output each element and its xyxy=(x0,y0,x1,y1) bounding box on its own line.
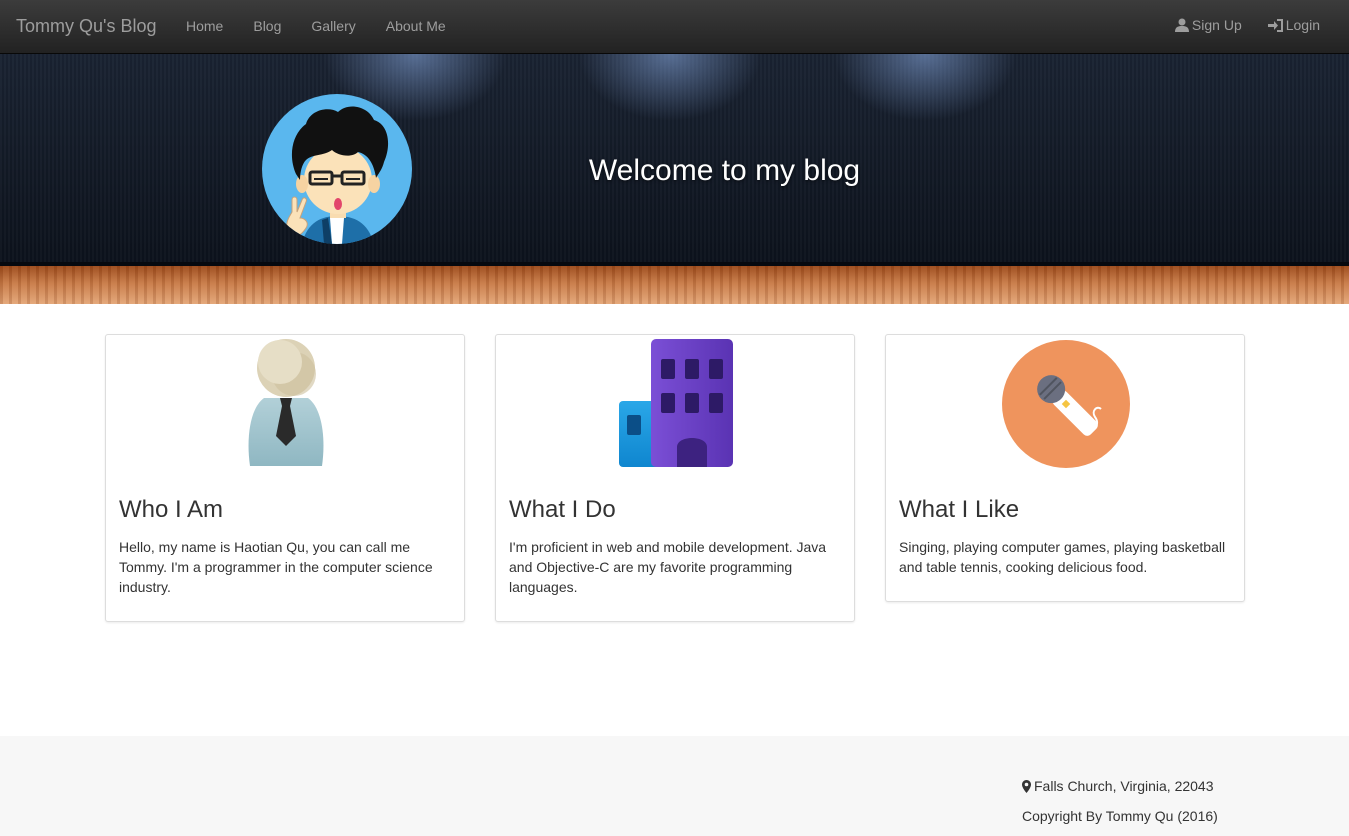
location-text: Falls Church, Virginia, 22043 xyxy=(1034,778,1214,794)
card-text: I'm proficient in web and mobile develop… xyxy=(509,539,827,595)
copyright-text: Copyright By Tommy Qu (2016) xyxy=(1022,808,1218,824)
nav-about-me[interactable]: About Me xyxy=(386,18,446,34)
person-icon xyxy=(248,339,324,466)
brand-link[interactable]: Tommy Qu's Blog xyxy=(16,16,156,37)
nav-links: Home Blog Gallery About Me xyxy=(186,18,476,34)
card-text: Singing, playing computer games, playing… xyxy=(899,539,1226,575)
nav-blog[interactable]: Blog xyxy=(253,18,281,34)
map-marker-icon xyxy=(1022,779,1031,793)
navbar: Tommy Qu's Blog Home Blog Gallery About … xyxy=(0,0,1349,54)
card-title: Who I Am xyxy=(119,496,224,523)
card-title: What I Like xyxy=(899,496,1020,523)
nav-account: Sign Up Login xyxy=(1149,17,1320,33)
login-link[interactable]: Login xyxy=(1267,17,1320,33)
footer: Falls Church, Virginia, 22043 Copyright … xyxy=(0,736,1349,836)
hero-title: Welcome to my blog xyxy=(588,154,861,187)
card-title: What I Do xyxy=(509,496,616,523)
card-what-i-do: What I Do I'm proficient in web and mobi… xyxy=(495,334,855,622)
nav-gallery[interactable]: Gallery xyxy=(311,18,355,34)
card-who-i-am: Who I Am Hello, my name is Haotian Qu, y… xyxy=(105,334,465,622)
signup-label: Sign Up xyxy=(1191,17,1242,33)
nav-home[interactable]: Home xyxy=(186,18,223,34)
signup-link[interactable]: Sign Up xyxy=(1174,17,1242,33)
stage-floor xyxy=(0,266,1349,304)
login-icon xyxy=(1267,18,1283,32)
hero-banner: Welcome to my blog xyxy=(0,54,1349,304)
microphone-icon xyxy=(1002,340,1130,468)
footer-location: Falls Church, Virginia, 22043 xyxy=(1022,778,1214,794)
user-icon xyxy=(1174,18,1189,32)
building-icon xyxy=(619,339,733,467)
card-text: Hello, my name is Haotian Qu, you can ca… xyxy=(119,539,433,595)
login-label: Login xyxy=(1285,17,1320,33)
card-what-i-like: What I Like Singing, playing computer ga… xyxy=(885,334,1245,602)
